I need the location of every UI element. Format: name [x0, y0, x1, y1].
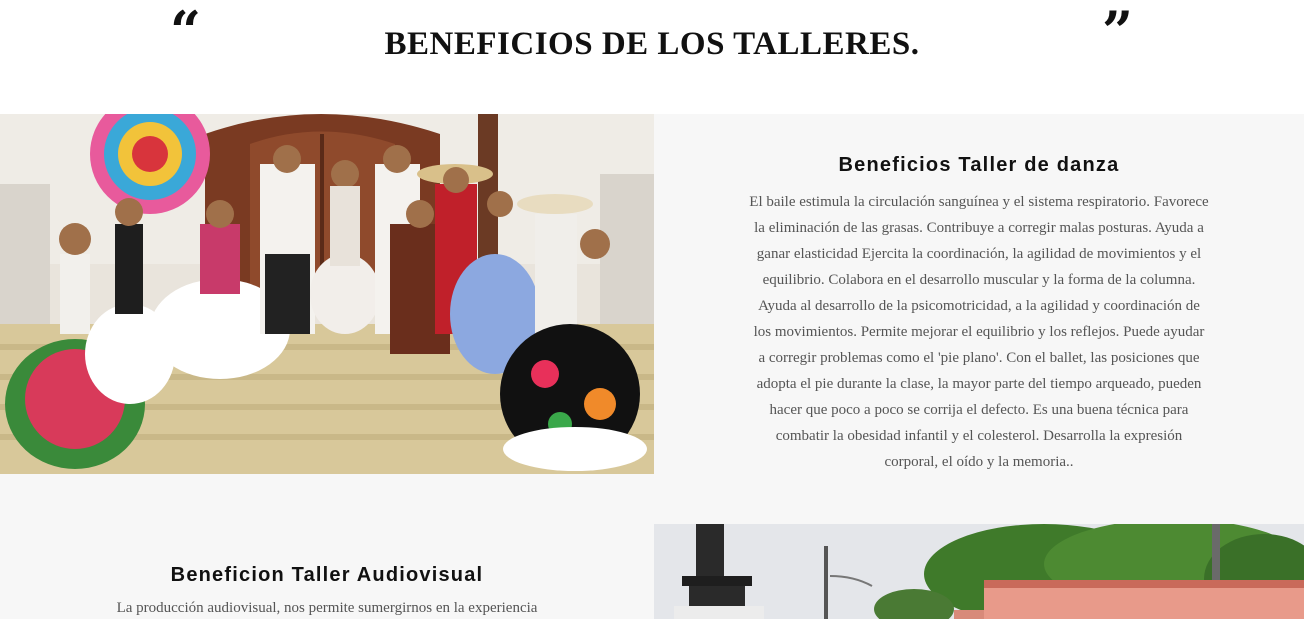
page-title: BENEFICIOS DE LOS TALLERES. — [384, 26, 920, 62]
folk-dancers-photo — [0, 114, 654, 474]
audiovisual-benefits-title: Beneficion Taller Audiovisual — [170, 564, 484, 586]
dance-benefits-title: Beneficios Taller de danza — [838, 154, 1120, 176]
audiovisual-benefits-text: La producción audiovisual, nos permite s… — [116, 600, 538, 616]
town-statue-photo — [654, 524, 1304, 619]
audiovisual-benefits-panel: Beneficion Taller Audiovisual La producc… — [0, 524, 654, 619]
dance-benefits-panel: Beneficios Taller de danza El baile esti… — [654, 114, 1304, 474]
dance-benefits-text: El baile estimula la circulación sanguín… — [749, 194, 1209, 470]
